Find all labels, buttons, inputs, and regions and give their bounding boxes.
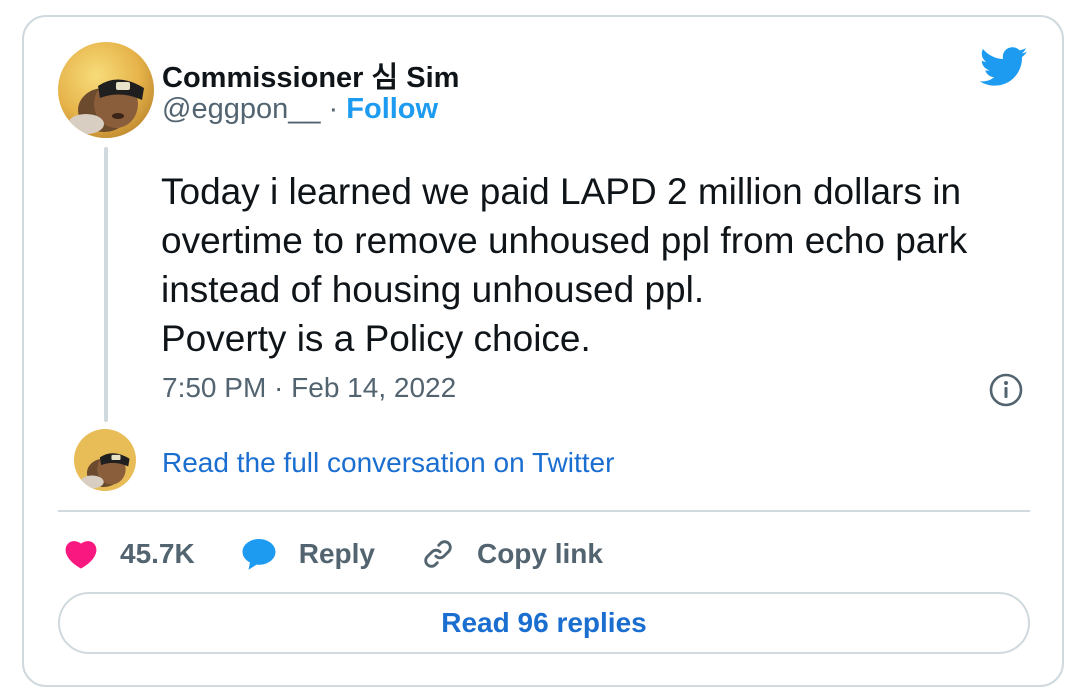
author-avatar[interactable] xyxy=(58,42,154,138)
tweet-text-line: Poverty is a Policy choice. xyxy=(161,318,591,359)
tweet-timestamp[interactable]: 7:50 PM · Feb 14, 2022 xyxy=(162,372,456,404)
tweet-embed-card: Commissioner 심 Sim @eggpon__ · Follow To… xyxy=(22,15,1064,687)
action-bar: 45.7K Reply Copy link xyxy=(64,534,649,574)
thread-line xyxy=(104,147,108,422)
author-display-name[interactable]: Commissioner 심 Sim xyxy=(162,54,459,96)
reply-label: Reply xyxy=(298,538,375,569)
author-handle-row: @eggpon__ · Follow xyxy=(162,93,438,126)
read-full-conversation-link[interactable]: Read the full conversation on Twitter xyxy=(162,447,614,479)
reply-bubble-icon xyxy=(242,539,276,570)
copy-link-button[interactable]: Copy link xyxy=(421,537,603,571)
separator-dot: · xyxy=(328,93,339,125)
divider xyxy=(58,510,1030,512)
twitter-bird-icon[interactable] xyxy=(980,47,1028,87)
tweet-text-line: Today i learned we paid LAPD 2 million d… xyxy=(161,171,962,212)
like-button[interactable]: 45.7K xyxy=(64,538,195,570)
read-replies-button[interactable]: Read 96 replies xyxy=(58,592,1030,654)
author-handle[interactable]: @eggpon__ xyxy=(162,93,320,125)
link-icon xyxy=(424,540,452,568)
tweet-text: Today i learned we paid LAPD 2 million d… xyxy=(161,167,1041,363)
tweet-text-line: instead of housing unhoused ppl. xyxy=(161,269,705,310)
like-count: 45.7K xyxy=(120,538,195,569)
heart-icon xyxy=(65,541,97,569)
tweet-text-line: overtime to remove unhoused ppl from ech… xyxy=(161,220,968,261)
info-icon[interactable] xyxy=(988,372,1024,408)
reply-button[interactable]: Reply xyxy=(241,537,375,571)
conversation-avatar[interactable] xyxy=(74,429,136,491)
follow-button[interactable]: Follow xyxy=(346,93,438,125)
copy-link-label: Copy link xyxy=(476,538,603,569)
